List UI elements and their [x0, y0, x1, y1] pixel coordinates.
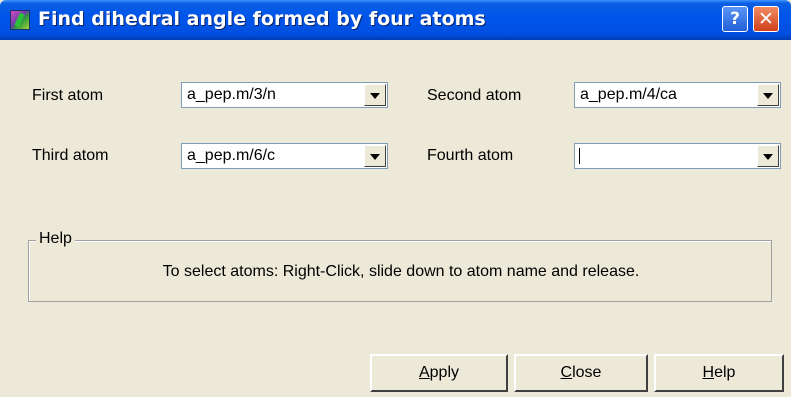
app-icon: [10, 10, 30, 30]
first-atom-combobox[interactable]: a_pep.m/3/n: [181, 82, 388, 108]
second-atom-value: a_pep.m/4/ca: [580, 86, 677, 103]
third-atom-combobox[interactable]: a_pep.m/6/c: [181, 143, 388, 169]
second-atom-combobox[interactable]: a_pep.m/4/ca: [574, 82, 781, 108]
help-groupbox: To select atoms: Right-Click, slide down…: [28, 240, 772, 302]
help-label: elp: [714, 364, 736, 381]
help-titlebar-button[interactable]: ?: [722, 6, 748, 32]
apply-button[interactable]: Apply: [370, 354, 508, 392]
fourth-atom-combobox[interactable]: [574, 143, 781, 169]
dialog-window: Find dihedral angle formed by four atoms…: [0, 0, 791, 397]
title-bar[interactable]: Find dihedral angle formed by four atoms…: [0, 0, 791, 40]
close-button[interactable]: Close: [514, 354, 648, 392]
apply-mnemonic: A: [418, 364, 430, 381]
second-atom-label: Second atom: [427, 87, 522, 104]
first-atom-value: a_pep.m/3/n: [187, 86, 276, 103]
second-atom-dropdown-arrow-icon[interactable]: [757, 84, 779, 106]
help-groupbox-label: Help: [36, 230, 75, 248]
third-atom-dropdown-arrow-icon[interactable]: [364, 145, 386, 167]
text-caret: [579, 148, 580, 164]
apply-label: pply: [429, 364, 460, 381]
help-mnemonic: H: [702, 364, 715, 381]
third-atom-label: Third atom: [32, 147, 109, 164]
close-titlebar-button[interactable]: ✕: [753, 6, 779, 32]
window-title: Find dihedral angle formed by four atoms: [38, 8, 486, 30]
first-atom-dropdown-arrow-icon[interactable]: [364, 84, 386, 106]
third-atom-value: a_pep.m/6/c: [187, 147, 276, 164]
fourth-atom-label: Fourth atom: [427, 147, 514, 164]
help-button[interactable]: Help: [654, 354, 784, 392]
first-atom-label: First atom: [32, 87, 104, 104]
fourth-atom-dropdown-arrow-icon[interactable]: [757, 145, 779, 167]
help-instructions: To select atoms: Right-Click, slide down…: [162, 263, 640, 280]
close-mnemonic: C: [560, 364, 573, 381]
close-label: lose: [572, 364, 602, 381]
